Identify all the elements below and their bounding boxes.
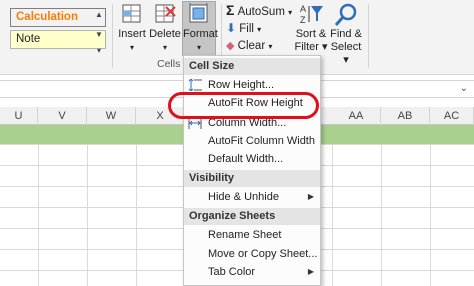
column-header[interactable]: U [0, 107, 38, 125]
menu-item-autofit-column-width[interactable]: AutoFit Column Width [184, 132, 320, 150]
clear-dropdown-icon: ▾ [268, 42, 273, 51]
section-organize-sheets: Organize Sheets [184, 208, 320, 225]
hide-unhide-label: Hide & Unhide [208, 191, 279, 203]
ribbon-separator [368, 4, 369, 68]
svg-text:A: A [300, 4, 306, 14]
fill-label: Fill [239, 23, 254, 35]
format-button[interactable]: Format ▾ [182, 1, 218, 56]
eraser-icon: ◆ [226, 40, 235, 52]
format-cells-icon [189, 3, 208, 23]
menu-item-hide-unhide[interactable]: Hide & Unhide ▶ [184, 188, 320, 206]
column-header[interactable]: V [38, 107, 87, 125]
insert-label: Insert [118, 28, 146, 40]
sort-filter-label-1: Sort & [295, 28, 327, 40]
format-dropdown-icon: ▾ [196, 43, 201, 52]
delete-dropdown-icon: ▾ [162, 43, 167, 52]
format-label: Format [183, 28, 218, 40]
styles-more-icon[interactable]: ▾ [93, 44, 105, 58]
sort-filter-icon: A Z [300, 4, 323, 25]
expand-formula-bar-icon[interactable]: ⌄ [460, 83, 468, 94]
insert-dropdown-icon: ▾ [129, 43, 134, 52]
submenu-arrow-icon: ▶ [307, 267, 314, 276]
format-dropdown-menu: Cell Size Row Height... AutoFit Row Heig… [183, 55, 321, 286]
fill-down-icon: ⬇ [226, 21, 237, 35]
section-visibility: Visibility [184, 170, 320, 187]
sort-filter-button[interactable]: A Z Sort & Filter ▾ [293, 2, 329, 56]
sort-filter-label-2: Filter ▾ [294, 41, 328, 53]
tab-color-label: Tab Color [208, 266, 256, 278]
autosum-dropdown-icon: ▾ [288, 8, 293, 17]
sigma-icon: Σ [226, 2, 235, 18]
fill-dropdown-icon: ▾ [257, 25, 262, 34]
move-copy-sheet-label: Move or Copy Sheet... [208, 248, 318, 260]
clear-label: Clear [237, 40, 266, 52]
delete-button[interactable]: Delete ▾ [149, 2, 181, 56]
magnifier-icon [334, 3, 357, 26]
rename-sheet-label: Rename Sheet [208, 229, 282, 241]
insert-cells-icon [122, 4, 141, 23]
row-height-label: Row Height... [208, 79, 275, 91]
menu-item-move-copy-sheet[interactable]: Move or Copy Sheet... [184, 245, 320, 263]
cells-group-label: Cells [157, 58, 181, 70]
column-header[interactable]: AB [381, 107, 430, 125]
menu-item-tab-color[interactable]: Tab Color ▶ [184, 263, 320, 281]
column-header[interactable]: AC [430, 107, 474, 125]
default-width-label: Default Width... [208, 153, 284, 165]
clear-button[interactable]: ◆ Clear ▾ [226, 38, 272, 55]
find-select-label-1: Find & [330, 28, 362, 40]
row-height-icon [188, 79, 202, 91]
menu-item-default-width[interactable]: Default Width... [184, 150, 320, 168]
style-calculation[interactable]: Calculation [10, 8, 106, 27]
autosum-button[interactable]: Σ AutoSum ▾ [226, 2, 292, 19]
fill-button[interactable]: ⬇ Fill ▾ [226, 20, 261, 37]
styles-scroll-down-icon[interactable]: ▼ [93, 28, 105, 42]
submenu-arrow-icon: ▶ [307, 192, 314, 201]
column-header[interactable]: AA [332, 107, 381, 125]
find-select-button[interactable]: Find & Select ▾ [327, 2, 365, 66]
autosum-label: AutoSum [237, 6, 285, 18]
svg-text:Z: Z [300, 15, 306, 25]
delete-cells-icon [155, 4, 176, 23]
delete-label: Delete [149, 28, 181, 40]
autofit-column-width-label: AutoFit Column Width [208, 135, 315, 147]
menu-item-rename-sheet[interactable]: Rename Sheet [184, 226, 320, 244]
find-select-label-2: Select ▾ [330, 41, 362, 66]
highlight-annotation [168, 92, 319, 119]
column-header[interactable]: W [87, 107, 136, 125]
ribbon-separator [112, 4, 113, 68]
section-cell-size: Cell Size [184, 58, 320, 75]
style-note[interactable]: Note [10, 30, 106, 49]
insert-button[interactable]: Insert ▾ [117, 2, 147, 56]
styles-scroll-up-icon[interactable]: ▲ [93, 8, 105, 22]
